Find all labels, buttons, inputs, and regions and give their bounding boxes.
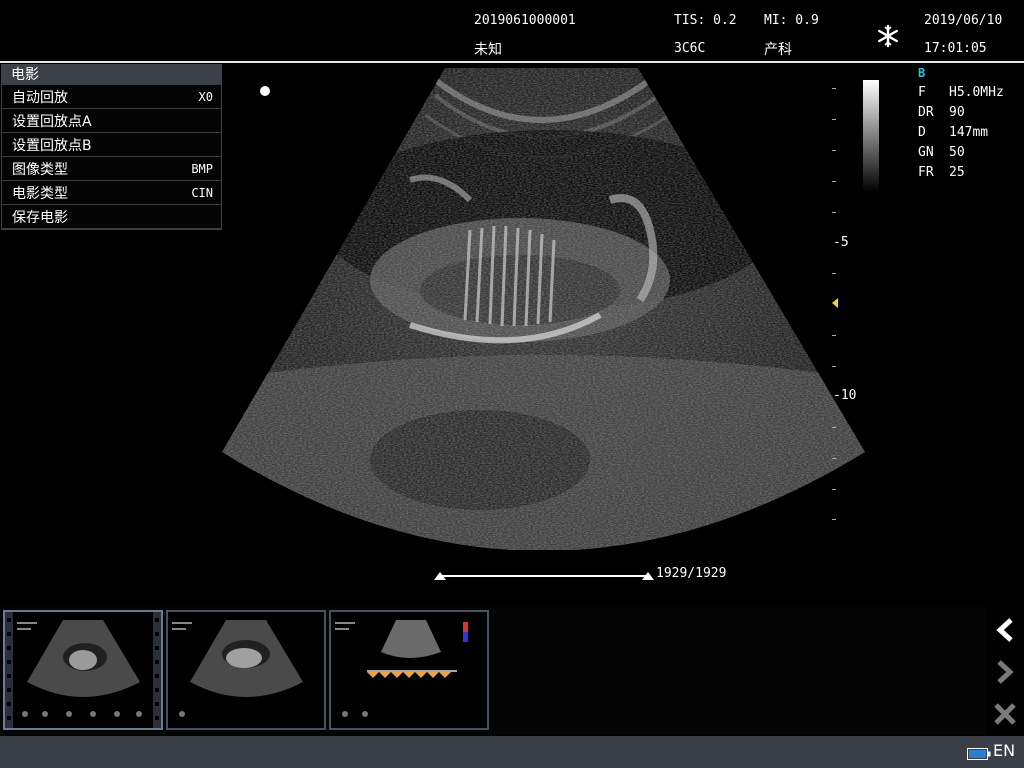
depth-tick [832,150,836,151]
depth-label: -5 [833,235,849,250]
menu-item-value: CIN [191,185,213,200]
tis-value: TIS: 0.2 [674,13,737,28]
menu-item-label: 设置回放点B [12,137,92,154]
cine-slider-track[interactable] [440,575,648,577]
depth-tick [832,273,836,274]
menu-item-label: 图像类型 [12,161,68,178]
frame-counter: 1929/1929 [656,566,727,581]
param-key: F [918,85,926,100]
thumbnail-1[interactable] [3,610,163,730]
cine-menu: 电影 自动回放 X0 设置回放点A 设置回放点B 图像类型 BMP 电影类型 C… [1,64,222,230]
depth-label: -10 [833,388,857,403]
menu-item-save-cine[interactable]: 保存电影 [2,205,221,229]
thumbnail-2[interactable] [166,610,326,730]
param-dynamic-range: DR 90 [918,105,965,120]
param-key: DR [918,105,934,120]
depth-tick [832,458,836,459]
menu-item-set-point-b[interactable]: 设置回放点B [2,133,221,157]
snowflake-icon[interactable] [876,24,900,48]
depth-tick [832,489,836,490]
cine-start-marker[interactable] [434,572,446,580]
patient-name: 未知 [474,42,502,58]
depth-tick [832,88,836,89]
menu-item-label: 电影类型 [12,185,68,202]
menu-item-label: 设置回放点A [12,113,92,130]
depth-tick [832,427,836,428]
date: 2019/06/10 [924,13,1003,28]
previous-arrow-icon[interactable] [988,610,1022,650]
depth-tick [832,335,836,336]
depth-tick [832,119,836,120]
param-value: 25 [949,165,965,180]
exam-type: 产科 [764,42,792,58]
time: 17:01:05 [924,41,987,56]
param-value: 90 [949,105,965,120]
param-gain: GN 50 [918,145,965,160]
param-frequency: F H5.0MHz [918,85,1004,100]
param-key: D [918,125,926,140]
language-indicator[interactable]: EN [993,741,1015,760]
param-key: GN [918,145,934,160]
thumbnail-3[interactable] [329,610,489,730]
menu-item-auto-replay[interactable]: 自动回放 X0 [2,85,221,109]
param-value: 50 [949,145,965,160]
menu-item-label: 自动回放 [12,89,68,106]
probe-name: 3C6C [674,41,706,56]
grayscale-bar [863,80,879,192]
depth-tick [832,181,836,182]
depth-tick [832,519,836,520]
close-icon[interactable] [988,694,1022,734]
menu-item-value: X0 [198,89,213,104]
menu-title: 电影 [1,64,222,85]
status-bar [0,736,1024,768]
ultrasound-image[interactable] [220,60,870,550]
menu-item-label: 保存电影 [12,209,68,226]
cine-end-marker[interactable] [642,572,654,580]
focus-marker[interactable] [832,298,838,308]
mi-value: MI: 0.9 [764,13,819,28]
depth-tick [832,366,836,367]
menu-item-cine-type[interactable]: 电影类型 CIN [2,181,221,205]
mode-label: B [918,66,926,80]
param-depth: D 147mm [918,125,988,140]
param-frame-rate: FR 25 [918,165,965,180]
menu-item-value: BMP [191,161,213,176]
param-value: H5.0MHz [949,85,1004,100]
menu-title-label: 电影 [11,67,39,83]
param-value: 147mm [949,125,989,140]
depth-tick [832,212,836,213]
orientation-marker [260,86,270,96]
menu-item-set-point-a[interactable]: 设置回放点A [2,109,221,133]
menu-item-image-type[interactable]: 图像类型 BMP [2,157,221,181]
next-arrow-icon[interactable] [988,652,1022,692]
patient-id: 2019061000001 [474,13,576,28]
battery-icon [967,745,991,760]
param-key: FR [918,165,934,180]
